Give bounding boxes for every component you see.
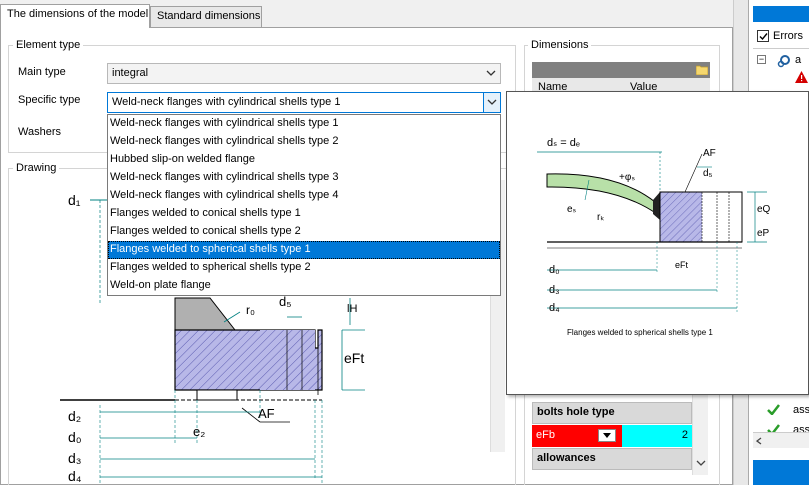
preview-label-es: eₛ bbox=[567, 204, 577, 215]
tab-label: The dimensions of the model bbox=[7, 8, 149, 20]
chevron-down-icon[interactable] bbox=[696, 459, 706, 467]
specific-type-value: Weld-neck flanges with cylindrical shell… bbox=[112, 96, 341, 108]
main-type-value: integral bbox=[112, 67, 149, 79]
dropdown-option[interactable]: Weld-neck flanges with cylindrical shell… bbox=[108, 169, 500, 187]
dropdown-option[interactable]: Weld-neck flanges with cylindrical shell… bbox=[108, 115, 500, 133]
errors-label: Errors bbox=[773, 30, 803, 42]
chevron-left-icon[interactable] bbox=[756, 437, 762, 445]
pane-hscrollbar[interactable] bbox=[753, 432, 809, 448]
preview-caption: Flanges welded to spherical shells type … bbox=[567, 328, 713, 337]
label-r0: r₀ bbox=[246, 303, 255, 317]
preview-label-d0: d₀ bbox=[549, 264, 560, 276]
warning-icon bbox=[795, 71, 808, 83]
preview-label-af: AF bbox=[703, 148, 716, 159]
main-type-label: Main type bbox=[18, 66, 66, 78]
gears-icon bbox=[777, 55, 790, 68]
dimensions-scrollbar[interactable] bbox=[692, 395, 708, 475]
element-type-group-label: Element type bbox=[13, 39, 84, 51]
main-type-select[interactable]: integral bbox=[107, 63, 501, 84]
dropdown-option[interactable]: Weld-neck flanges with cylindrical shell… bbox=[108, 187, 500, 205]
efb-value: 2 bbox=[681, 429, 688, 441]
dropdown-option[interactable]: Weld-on plate flange bbox=[108, 277, 500, 295]
bolts-hole-type-section[interactable]: bolts hole type bbox=[532, 402, 692, 424]
type-preview-popup: dₛ = dₑ AF +φₛ d₅ eₛ rₖ eQ eP d₀ eFt d₃ … bbox=[506, 91, 809, 395]
tab-label: Standard dimensions bbox=[157, 10, 261, 22]
label-d0: d₀ bbox=[68, 429, 82, 445]
folder-icon[interactable] bbox=[696, 64, 708, 75]
tab-model-dimensions[interactable]: The dimensions of the model bbox=[0, 4, 150, 28]
dimensions-group-label: Dimensions bbox=[528, 39, 592, 51]
chevron-down-icon bbox=[487, 99, 497, 105]
efb-value-cell[interactable]: 2 bbox=[622, 425, 692, 447]
label-d3: d₃ bbox=[68, 450, 82, 466]
label-af: AF bbox=[258, 406, 275, 421]
caret-down-icon bbox=[603, 433, 611, 438]
label-d4: d₄ bbox=[68, 468, 82, 484]
efb-name-cell: eFb bbox=[532, 425, 622, 447]
efb-dropdown[interactable] bbox=[598, 429, 616, 442]
pane-header bbox=[753, 6, 809, 22]
washers-label: Washers bbox=[18, 126, 61, 138]
label-d1: d₁ bbox=[68, 192, 81, 208]
dropdown-button[interactable] bbox=[483, 93, 500, 112]
dropdown-option[interactable]: Flanges welded to spherical shells type … bbox=[108, 259, 500, 277]
preview-label-d4: d₄ bbox=[549, 302, 560, 314]
preview-label-phi: +φₛ bbox=[619, 172, 636, 183]
label-lh: lH bbox=[347, 303, 358, 315]
dropdown-option-highlighted[interactable]: Flanges welded to spherical shells type … bbox=[108, 241, 500, 259]
pane-footer bbox=[753, 460, 809, 485]
dropdown-option[interactable]: Hubbed slip-on welded flange bbox=[108, 151, 500, 169]
tree-item-ass-1[interactable]: ass bbox=[793, 404, 809, 416]
drawing-group-label: Drawing bbox=[13, 162, 60, 174]
label-d5: d₅ bbox=[279, 294, 292, 309]
check-icon bbox=[759, 33, 768, 41]
divider bbox=[753, 48, 809, 49]
preview-label-rk: rₖ bbox=[597, 212, 605, 223]
tab-standard-dimensions[interactable]: Standard dimensions bbox=[150, 6, 262, 27]
tree-item-a[interactable]: a bbox=[795, 54, 801, 66]
dimensions-toolbar bbox=[532, 62, 710, 78]
label-e2: e₂ bbox=[193, 424, 206, 439]
label-d2: d₂ bbox=[68, 408, 82, 424]
preview-label-d5: d₅ bbox=[703, 168, 713, 179]
specific-type-label: Specific type bbox=[18, 94, 81, 106]
chevron-down-icon bbox=[486, 70, 496, 76]
dropdown-option[interactable]: Weld-neck flanges with cylindrical shell… bbox=[108, 133, 500, 151]
specific-type-dropdown-list: Weld-neck flanges with cylindrical shell… bbox=[107, 114, 501, 296]
preview-label-d3: d₃ bbox=[549, 284, 560, 296]
dropdown-option[interactable]: Flanges welded to conical shells type 1 bbox=[108, 205, 500, 223]
expand-toggle[interactable]: − bbox=[757, 55, 766, 64]
efb-name: eFb bbox=[536, 429, 555, 441]
preview-label-eft: eFt bbox=[675, 260, 689, 270]
check-green-icon bbox=[767, 404, 780, 415]
errors-checkbox[interactable] bbox=[757, 30, 769, 42]
allowances-section[interactable]: allowances bbox=[532, 448, 692, 470]
specific-type-select[interactable]: Weld-neck flanges with cylindrical shell… bbox=[107, 92, 501, 113]
dropdown-option[interactable]: Flanges welded to conical shells type 2 bbox=[108, 223, 500, 241]
preview-label-eq: eQ bbox=[757, 204, 771, 215]
preview-label-ds: dₛ = dₑ bbox=[547, 137, 580, 149]
label-eft: eFt bbox=[344, 350, 365, 366]
preview-label-ep: eP bbox=[757, 228, 770, 239]
